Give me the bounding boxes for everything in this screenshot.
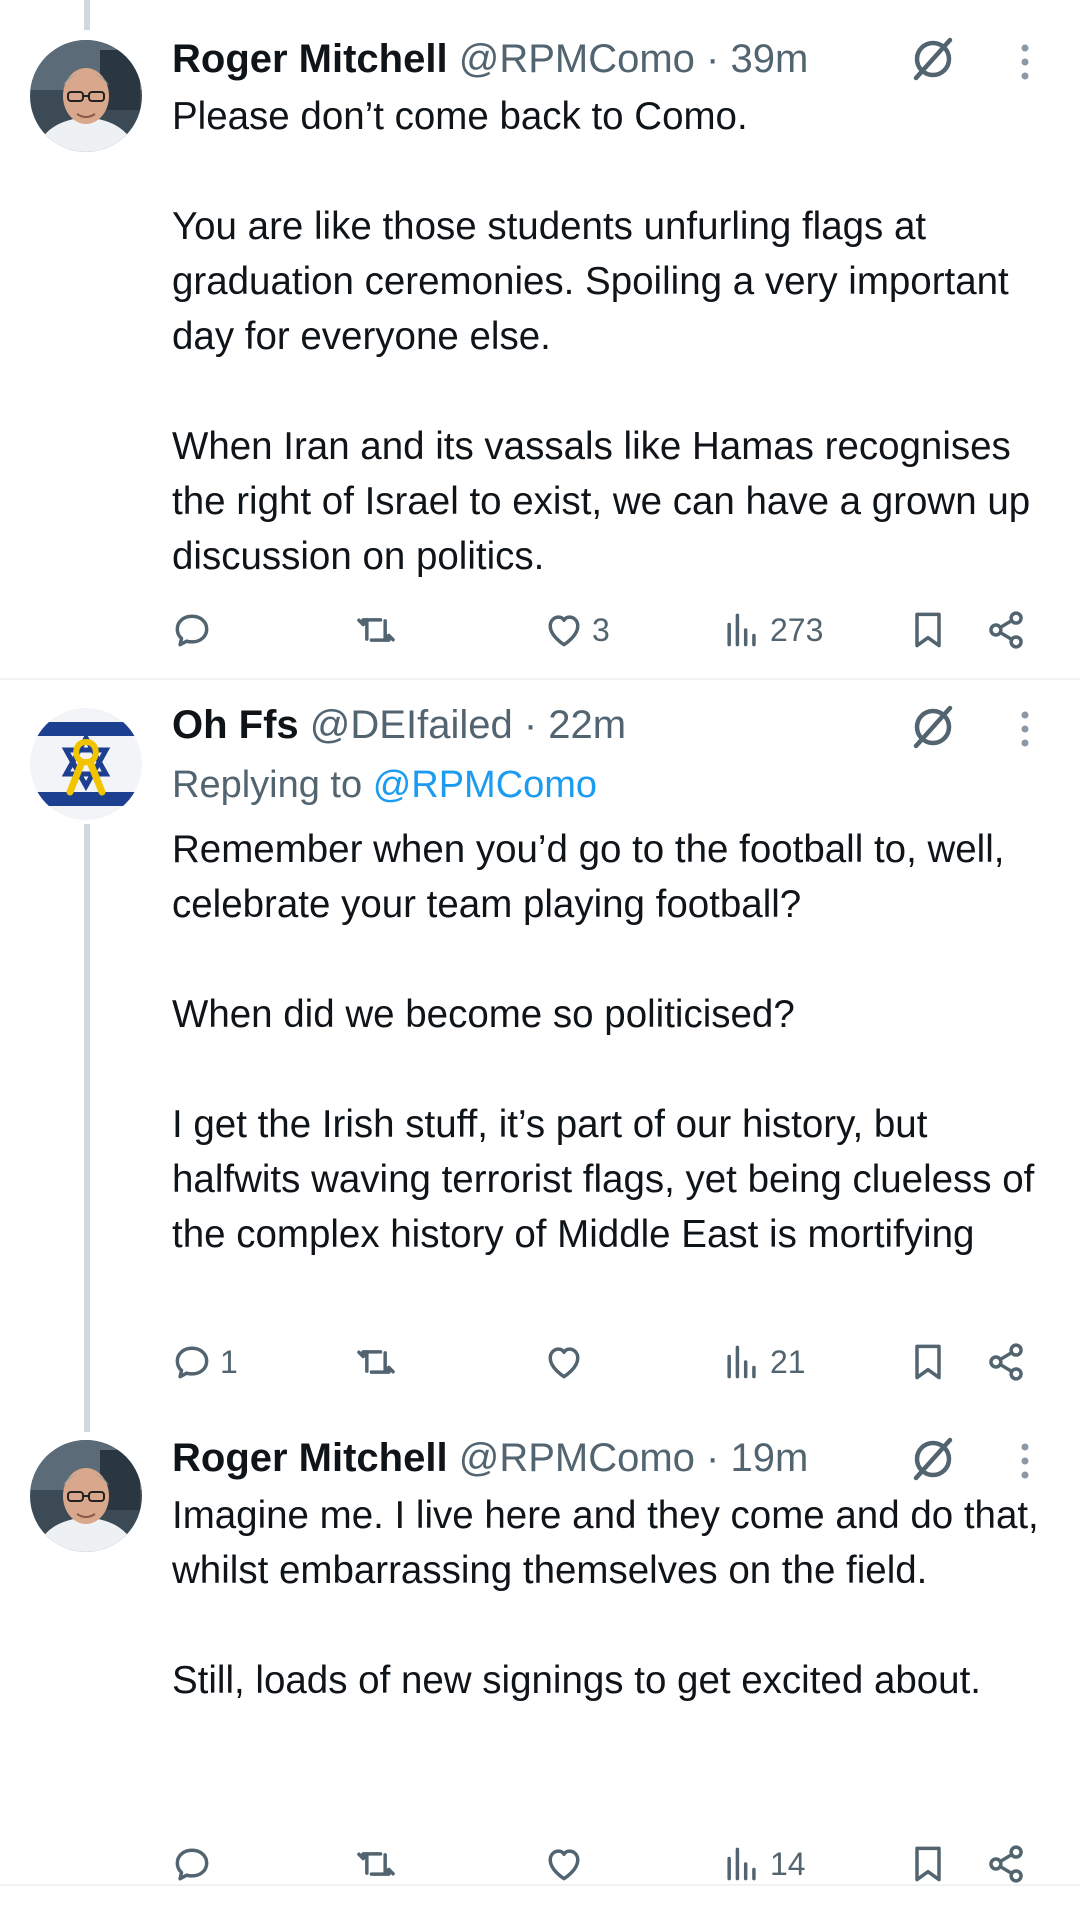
views-icon: [720, 608, 764, 652]
heart-icon: [542, 1340, 586, 1384]
like-button[interactable]: [542, 1332, 592, 1392]
views-button[interactable]: 21: [720, 1332, 806, 1392]
views-count: 273: [770, 611, 824, 648]
views-count: 21: [770, 1343, 806, 1380]
replying-label: Replying to: [172, 764, 363, 806]
tweet-text: Remember when you’d go to the football t…: [172, 828, 1035, 1256]
reply-button[interactable]: 1: [170, 1332, 238, 1392]
bookmark-button[interactable]: [906, 600, 950, 660]
share-icon: [984, 1340, 1028, 1384]
bookmark-icon: [906, 1842, 950, 1886]
views-icon: [720, 1340, 764, 1384]
more-vertical-icon[interactable]: [1012, 35, 1038, 89]
display-name[interactable]: Roger Mitchell: [172, 1436, 448, 1480]
grok-icon[interactable]: [906, 32, 960, 86]
tweet-header: Oh Ffs @DEIfailed · 22m: [172, 701, 626, 749]
tweet-header: Roger Mitchell @RPMComo · 19m: [172, 1434, 808, 1482]
share-button[interactable]: [984, 1332, 1028, 1392]
timestamp[interactable]: · 19m: [706, 1436, 808, 1480]
avatar[interactable]: [30, 1440, 142, 1552]
bookmark-icon: [906, 608, 950, 652]
tweet[interactable]: Roger Mitchell @RPMComo · 39m Please don…: [0, 0, 1080, 678]
bookmark-button[interactable]: [906, 1332, 950, 1392]
avatar[interactable]: [30, 708, 142, 820]
retweet-icon: [354, 1340, 398, 1384]
avatar[interactable]: [30, 40, 142, 152]
action-bar: 1 21: [0, 1332, 1080, 1392]
action-bar: 3 273: [0, 600, 1080, 660]
reply-icon: [170, 1842, 214, 1886]
reply-button[interactable]: [170, 600, 220, 660]
reply-count: 1: [220, 1343, 238, 1380]
share-icon: [984, 1842, 1028, 1886]
tweet[interactable]: Oh Ffs @DEIfailed · 22m Replying to @RPM…: [0, 680, 1080, 1410]
like-count: 3: [592, 611, 610, 648]
retweet-button[interactable]: [354, 600, 404, 660]
tweet-text: Please don’t come back to Como. You are …: [172, 95, 1031, 578]
timestamp[interactable]: · 22m: [524, 703, 626, 747]
user-handle[interactable]: @RPMComo: [459, 1436, 695, 1480]
tweet-text: Imagine me. I live here and they come an…: [172, 1494, 1039, 1702]
grok-icon[interactable]: [906, 1432, 960, 1486]
replying-to: Replying to @RPMComo: [172, 761, 597, 809]
like-button[interactable]: 3: [542, 600, 610, 660]
heart-icon: [542, 608, 586, 652]
views-count: 14: [770, 1845, 806, 1882]
retweet-icon: [354, 1842, 398, 1886]
reply-icon: [170, 1340, 214, 1384]
tweet[interactable]: Roger Mitchell @RPMComo · 19m Imagine me…: [0, 1410, 1080, 1884]
heart-icon: [542, 1842, 586, 1886]
reply-mention-link[interactable]: @RPMComo: [373, 764, 597, 806]
user-handle[interactable]: @DEIfailed: [310, 703, 513, 747]
timestamp[interactable]: · 39m: [706, 37, 808, 81]
user-handle[interactable]: @RPMComo: [459, 37, 695, 81]
grok-icon[interactable]: [906, 700, 960, 754]
retweet-icon: [354, 608, 398, 652]
more-vertical-icon[interactable]: [1012, 1434, 1038, 1488]
share-button[interactable]: [984, 600, 1028, 660]
views-button[interactable]: 273: [720, 600, 823, 660]
bookmark-icon: [906, 1340, 950, 1384]
reply-icon: [170, 608, 214, 652]
divider: [0, 1884, 1080, 1886]
display-name[interactable]: Roger Mitchell: [172, 37, 448, 81]
display-name[interactable]: Oh Ffs: [172, 703, 299, 747]
share-icon: [984, 608, 1028, 652]
more-vertical-icon[interactable]: [1012, 702, 1038, 756]
retweet-button[interactable]: [354, 1332, 404, 1392]
tweet-header: Roger Mitchell @RPMComo · 39m: [172, 35, 808, 83]
views-icon: [720, 1842, 764, 1886]
